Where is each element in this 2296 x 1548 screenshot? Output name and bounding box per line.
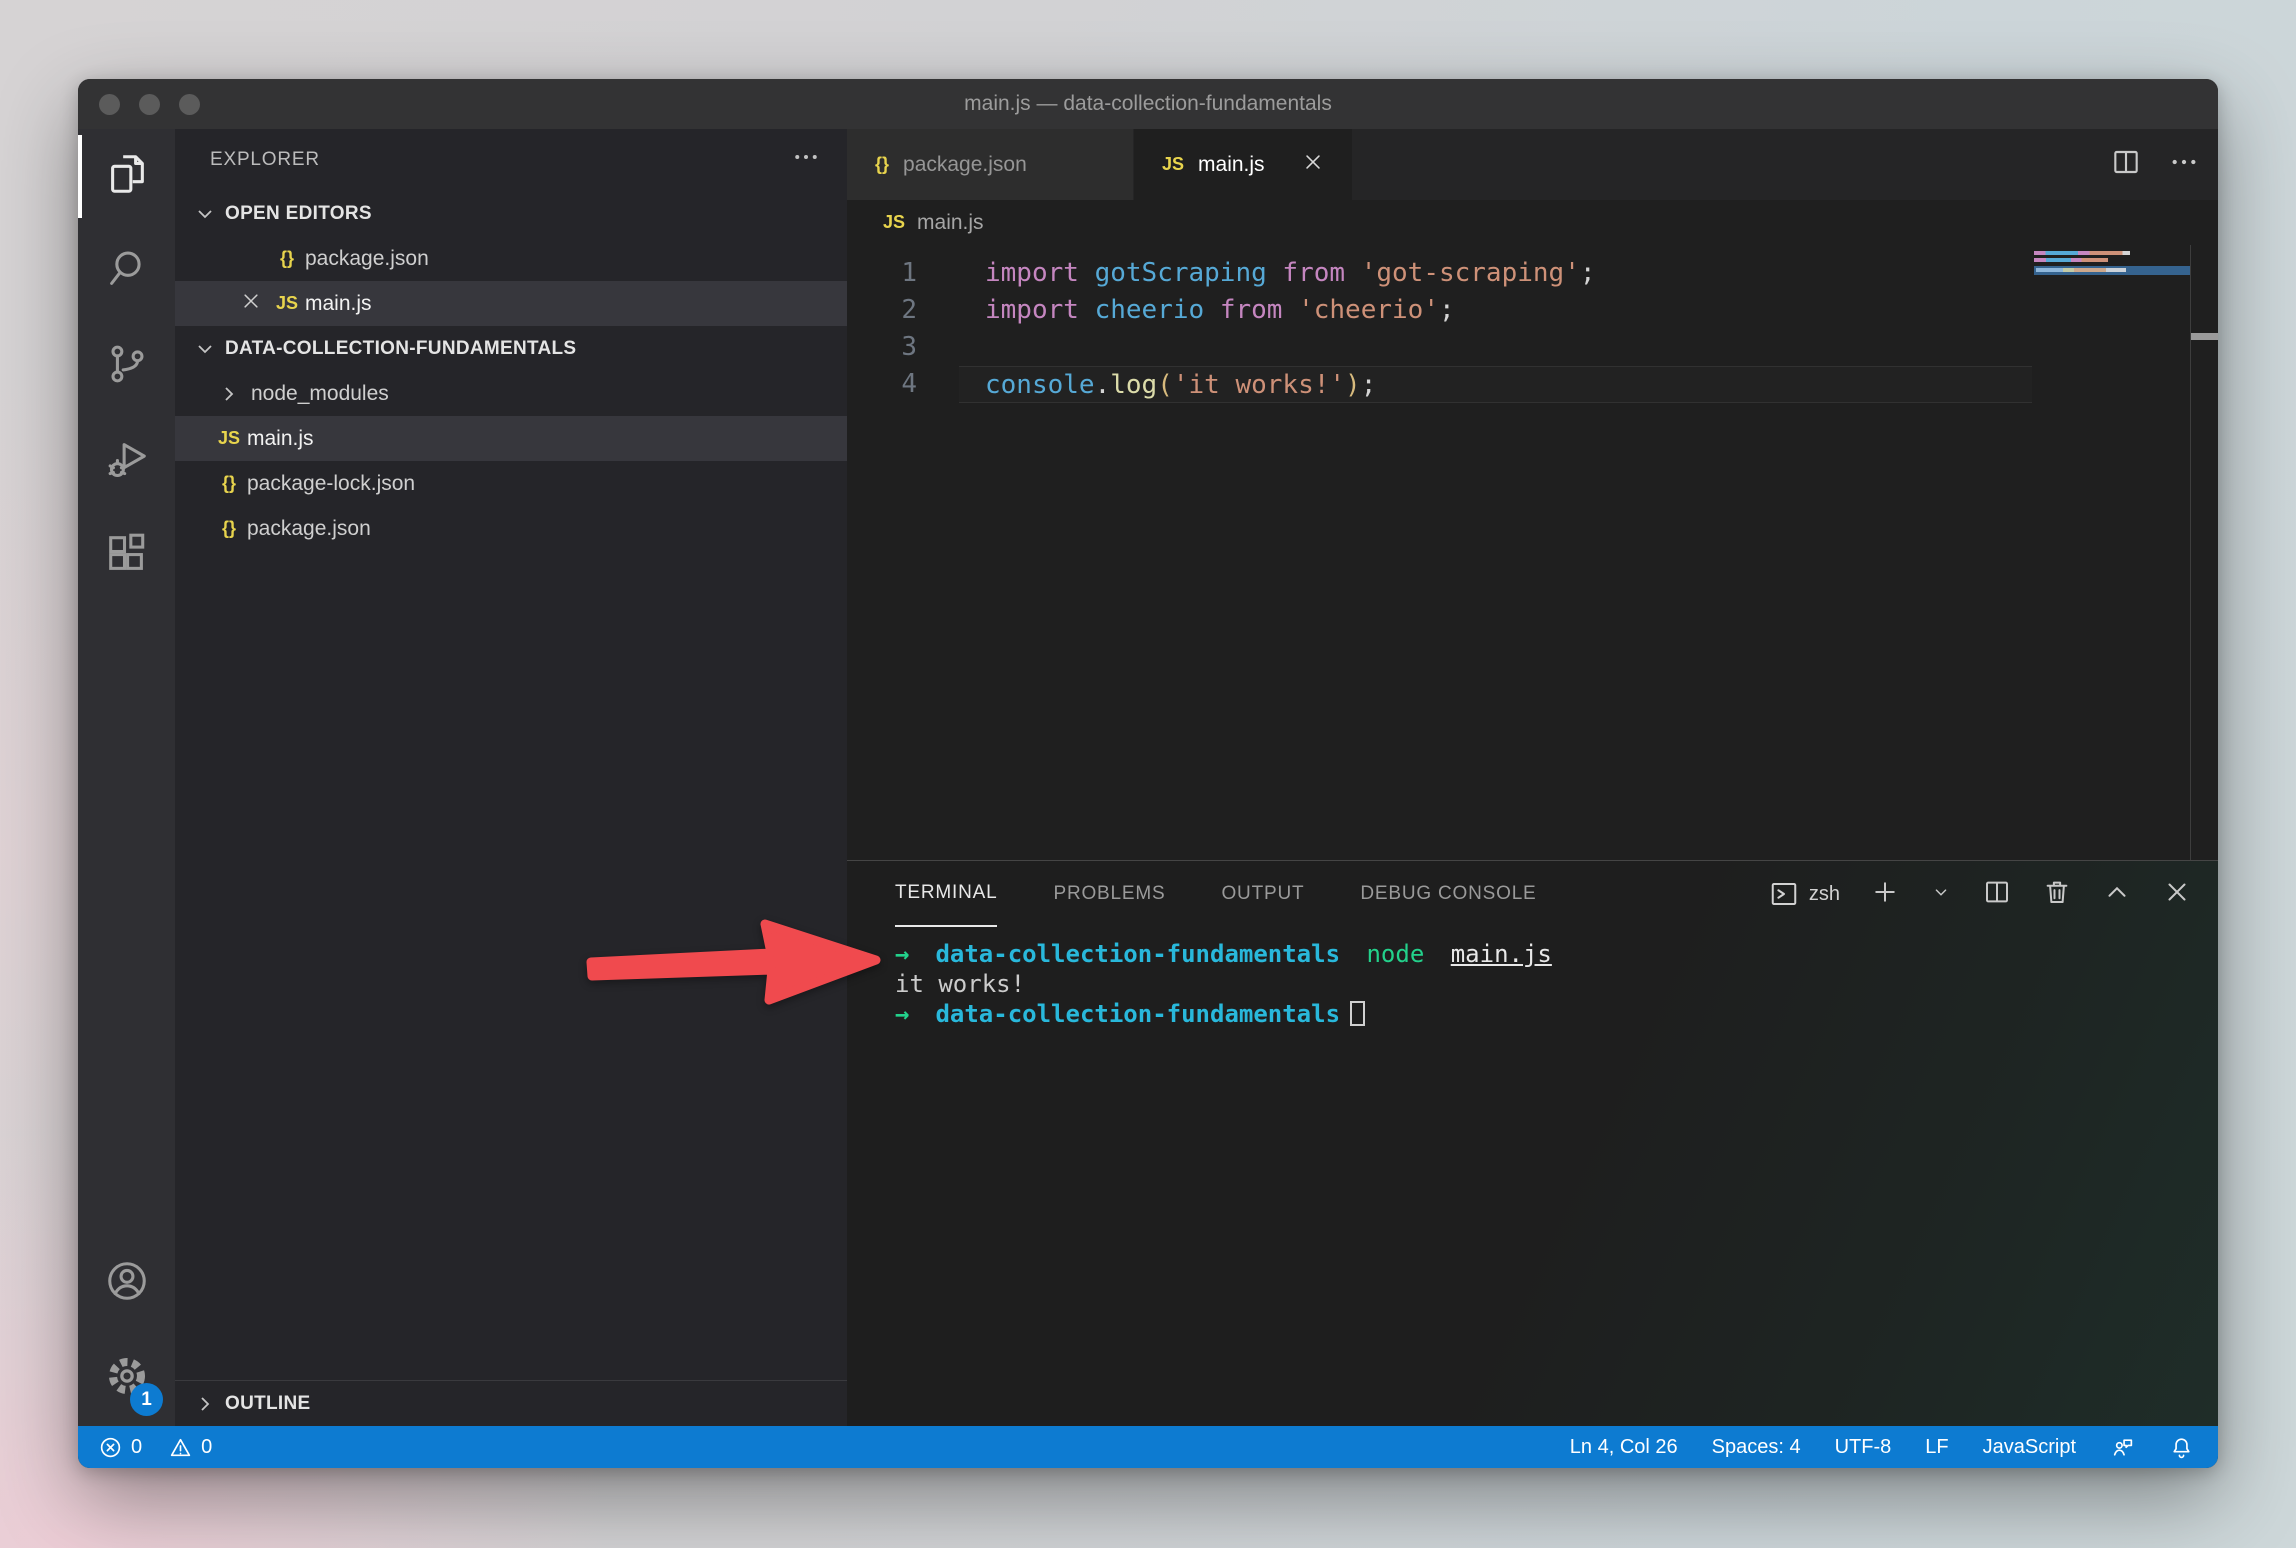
scrollbar-handle[interactable]: [2191, 333, 2218, 340]
code-editor[interactable]: 1 import gotScraping from 'got-scraping'…: [847, 245, 2218, 860]
editor-more-actions-icon[interactable]: [2168, 146, 2200, 183]
panel-tab-debug-console[interactable]: DEBUG CONSOLE: [1360, 861, 1536, 927]
line-number: 1: [847, 255, 959, 292]
tab-main-js[interactable]: JS main.js: [1134, 129, 1352, 200]
minimap-line: [2034, 251, 2130, 255]
tree-item-package-json[interactable]: {} package.json: [175, 506, 847, 551]
terminal-line-command: →data-collection-fundamentals node main.…: [895, 939, 2218, 969]
code-line-2: 2 import cheerio from 'cheerio';: [847, 292, 2032, 329]
vscode-window: main.js — data-collection-fundamentals: [78, 79, 2218, 1468]
open-editor-main-js[interactable]: JS main.js: [175, 281, 847, 326]
files-icon: [104, 151, 150, 202]
eol-sequence[interactable]: LF: [1925, 1436, 1948, 1459]
chevron-down-icon: [193, 337, 217, 361]
js-file-icon: JS: [883, 212, 905, 233]
run-debug-icon: [104, 436, 150, 487]
close-panel-icon[interactable]: [2162, 877, 2192, 912]
settings-badge: 1: [130, 1383, 163, 1416]
notifications-bell-icon[interactable]: [2169, 1435, 2194, 1460]
code-line-3: 3: [847, 329, 2032, 366]
panel-tab-terminal[interactable]: TERMINAL: [895, 861, 997, 927]
panel-header: TERMINAL PROBLEMS OUTPUT DEBUG CONSOLE z…: [847, 861, 2218, 927]
split-editor-icon[interactable]: [2110, 146, 2142, 183]
feedback-icon[interactable]: [2110, 1435, 2135, 1460]
activity-run-debug[interactable]: [78, 414, 175, 509]
open-editor-package-json[interactable]: {} package.json: [175, 236, 847, 281]
tree-item-node-modules[interactable]: node_modules: [175, 371, 847, 416]
json-file-icon: {}: [211, 518, 247, 539]
bottom-panel: TERMINAL PROBLEMS OUTPUT DEBUG CONSOLE z…: [847, 860, 2218, 1426]
activity-extensions[interactable]: [78, 509, 175, 604]
explorer-sidebar: EXPLORER OPEN EDITORS {} package.json JS…: [175, 129, 847, 1426]
js-file-icon: JS: [269, 293, 305, 314]
open-editors-header[interactable]: OPEN EDITORS: [175, 191, 847, 236]
activity-search[interactable]: [78, 224, 175, 319]
chevron-down-icon: [193, 202, 217, 226]
shell-selector[interactable]: zsh: [1769, 879, 1840, 909]
new-terminal-icon[interactable]: [1870, 877, 1900, 912]
terminal-line-output: it works!: [895, 969, 2218, 999]
terminal-line-prompt: →data-collection-fundamentals: [895, 999, 2218, 1029]
annotation-arrow: [575, 908, 885, 1023]
explorer-more-actions-icon[interactable]: [791, 142, 821, 178]
breadcrumb[interactable]: JS main.js: [847, 200, 2218, 245]
account-icon: [104, 1258, 150, 1309]
encoding[interactable]: UTF-8: [1835, 1436, 1892, 1459]
activity-explorer[interactable]: [78, 129, 175, 224]
status-bar: 0 0 Ln 4, Col 26 Spaces: 4 UTF-8 LF Java…: [78, 1426, 2218, 1468]
js-file-icon: JS: [211, 428, 247, 449]
source-control-icon: [104, 341, 150, 392]
outline-section-header[interactable]: OUTLINE: [175, 1381, 847, 1426]
activity-bar-spacer: [78, 604, 175, 1236]
terminal-icon: [1769, 879, 1799, 909]
panel-tab-output[interactable]: OUTPUT: [1221, 861, 1304, 927]
editor-tab-bar: {} package.json JS main.js: [847, 129, 2218, 200]
title-bar: main.js — data-collection-fundamentals: [78, 79, 2218, 129]
minimap[interactable]: [2032, 245, 2190, 860]
line-number: 4: [847, 366, 959, 403]
code-line-1: 1 import gotScraping from 'got-scraping'…: [847, 255, 2032, 292]
json-file-icon: {}: [211, 473, 247, 494]
window-title: main.js — data-collection-fundamentals: [78, 92, 2218, 116]
panel-tab-problems[interactable]: PROBLEMS: [1053, 861, 1165, 927]
js-file-icon: JS: [1162, 154, 1184, 175]
errors-icon: [98, 1435, 123, 1460]
activity-account[interactable]: [78, 1236, 175, 1331]
cursor-position[interactable]: Ln 4, Col 26: [1570, 1436, 1678, 1459]
chevron-right-icon: [193, 1392, 217, 1416]
tree-item-main-js[interactable]: JS main.js: [175, 416, 847, 461]
indentation[interactable]: Spaces: 4: [1712, 1436, 1801, 1459]
kill-terminal-icon[interactable]: [2042, 877, 2072, 912]
minimap-line: [2034, 258, 2108, 262]
extensions-icon: [104, 531, 150, 582]
tree-item-package-lock-json[interactable]: {} package-lock.json: [175, 461, 847, 506]
sidebar-title: EXPLORER: [210, 149, 320, 171]
problems-indicator[interactable]: 0 0: [98, 1435, 212, 1460]
close-editor-icon[interactable]: [233, 291, 269, 317]
activity-bar: 1: [78, 129, 175, 1426]
json-file-icon: {}: [875, 154, 889, 175]
terminal-output[interactable]: →data-collection-fundamentals node main.…: [847, 927, 2218, 1029]
activity-settings[interactable]: 1: [78, 1331, 175, 1426]
maximize-panel-icon[interactable]: [2102, 877, 2132, 912]
minimap-current-line: [2034, 266, 2190, 275]
code-line-4-current: 4 console.log('it works!');: [847, 366, 2032, 403]
editor-scrollbar[interactable]: [2190, 245, 2218, 860]
warnings-icon: [168, 1435, 193, 1460]
split-terminal-icon[interactable]: [1982, 877, 2012, 912]
line-number: 2: [847, 292, 959, 329]
search-icon: [104, 246, 150, 297]
workspace-folder-header[interactable]: DATA-COLLECTION-FUNDAMENTALS: [175, 326, 847, 371]
activity-source-control[interactable]: [78, 319, 175, 414]
terminal-dropdown-icon[interactable]: [1930, 881, 1952, 908]
chevron-right-icon: [217, 382, 241, 406]
language-mode[interactable]: JavaScript: [1983, 1436, 2076, 1459]
tab-package-json[interactable]: {} package.json: [847, 129, 1134, 200]
json-file-icon: {}: [269, 248, 305, 269]
editor-group: {} package.json JS main.js JS main.js: [847, 129, 2218, 1426]
close-tab-icon[interactable]: [1302, 151, 1324, 179]
terminal-cursor: [1350, 1001, 1365, 1026]
line-number: 3: [847, 329, 959, 366]
